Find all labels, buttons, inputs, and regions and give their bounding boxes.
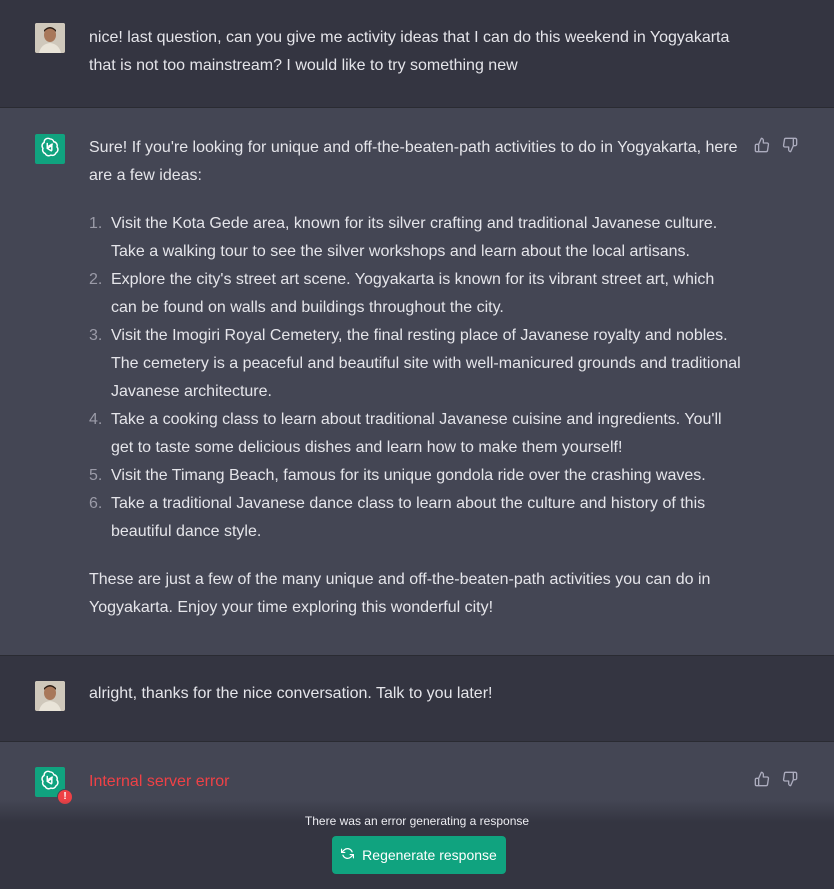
activity-ideas-list: 1. Visit the Kota Gede area, known for it… <box>89 210 744 546</box>
thumbs-down-icon[interactable] <box>782 771 798 787</box>
list-number: 3. <box>89 327 103 344</box>
list-item: 2. Explore the city's street art scene. Y… <box>89 266 744 322</box>
user-message-text: nice! last question, can you give me act… <box>89 29 730 74</box>
user-message-text: alright, thanks for the nice conversatio… <box>89 685 493 702</box>
regenerate-label: Regenerate response <box>362 847 497 863</box>
user-avatar <box>35 681 65 711</box>
assistant-avatar <box>35 134 65 164</box>
list-number: 6. <box>89 495 103 512</box>
user-message: nice! last question, can you give me act… <box>0 0 834 107</box>
feedback-buttons <box>754 137 798 153</box>
regenerate-response-button[interactable]: Regenerate response <box>332 836 506 874</box>
assistant-message-body: Sure! If you're looking for unique and o… <box>89 134 744 622</box>
list-number: 2. <box>89 271 103 288</box>
list-item-text: Explore the city's street art scene. Yog… <box>111 271 715 316</box>
list-number: 5. <box>89 467 103 484</box>
list-item-text: Visit the Timang Beach, famous for its u… <box>111 467 706 484</box>
list-item-text: Visit the Kota Gede area, known for its … <box>111 215 718 260</box>
feedback-buttons <box>754 771 798 787</box>
list-item: 4. Take a cooking class to learn about tr… <box>89 406 744 462</box>
refresh-icon <box>341 847 355 863</box>
list-item-text: Visit the Imogiri Royal Cemetery, the fi… <box>111 327 741 400</box>
list-item: 3. Visit the Imogiri Royal Cemetery, the … <box>89 322 744 406</box>
list-item: 6. Take a traditional Javanese dance clas… <box>89 490 744 546</box>
list-number: 1. <box>89 215 103 232</box>
list-item-text: Take a traditional Javanese dance class … <box>111 495 706 540</box>
user-avatar <box>35 23 65 53</box>
list-item-text: Take a cooking class to learn about trad… <box>111 411 722 456</box>
thumbs-down-icon[interactable] <box>782 137 798 153</box>
list-item: 5. Visit the Timang Beach, famous for its… <box>89 462 744 490</box>
thumbs-up-icon[interactable] <box>754 771 770 787</box>
openai-logo-icon <box>39 136 61 163</box>
assistant-intro: Sure! If you're looking for unique and o… <box>89 139 738 184</box>
assistant-message: Sure! If you're looking for unique and o… <box>0 107 834 656</box>
list-item: 1. Visit the Kota Gede area, known for it… <box>89 210 744 266</box>
generation-error-message: There was an error generating a response <box>304 814 530 828</box>
user-message: alright, thanks for the nice conversatio… <box>0 656 834 741</box>
list-number: 4. <box>89 411 103 428</box>
assistant-closing: These are just a few of the many unique … <box>89 571 711 616</box>
assistant-avatar: ! <box>35 767 73 805</box>
thumbs-up-icon[interactable] <box>754 137 770 153</box>
error-text: Internal server error <box>89 773 230 790</box>
